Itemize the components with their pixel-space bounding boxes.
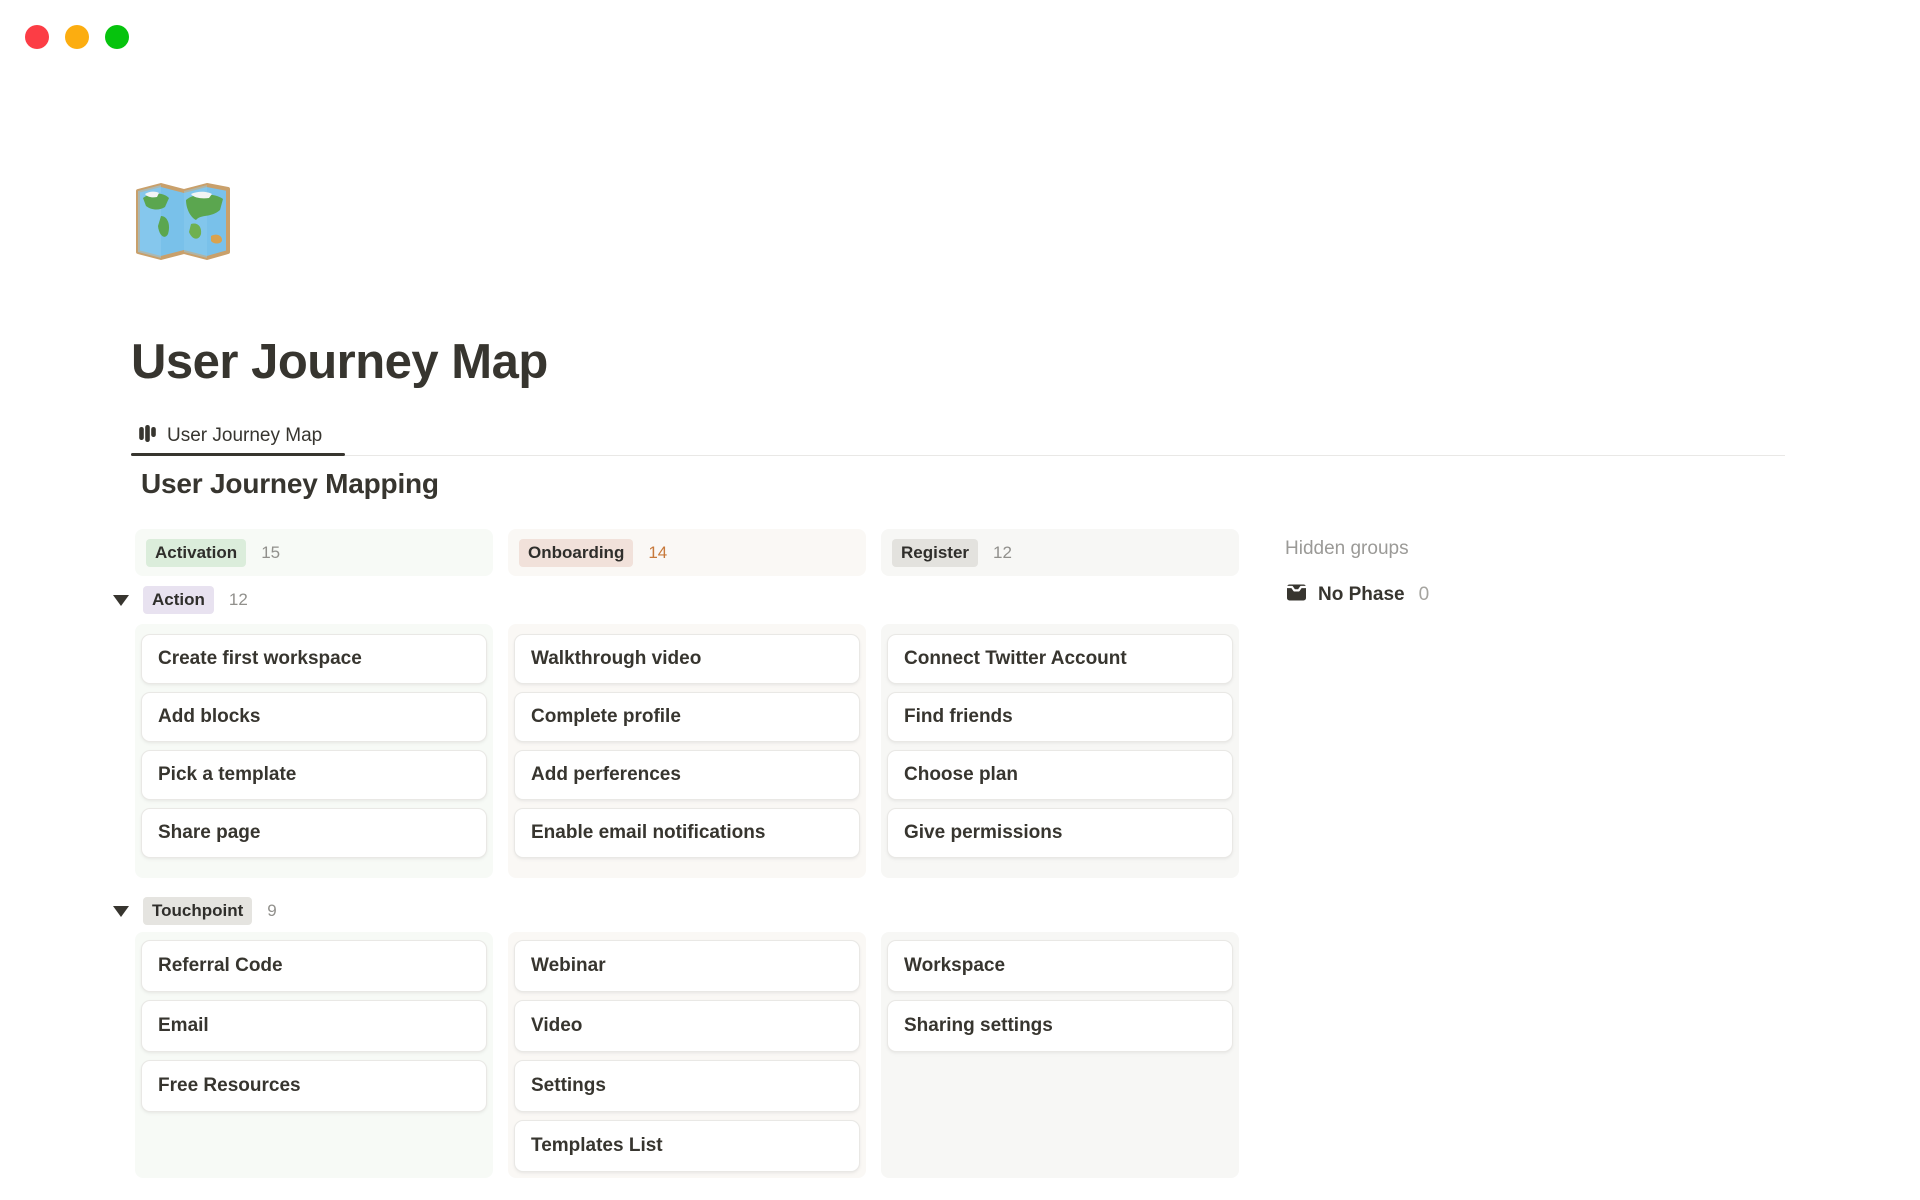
active-tab-underline bbox=[131, 453, 345, 456]
row-group-count: 9 bbox=[267, 901, 276, 921]
column-header-onboarding[interactable]: Onboarding 14 bbox=[508, 529, 866, 576]
column-count: 14 bbox=[648, 543, 667, 563]
window-controls bbox=[25, 25, 129, 49]
row-group-header-action: Action 12 bbox=[113, 586, 248, 614]
board-card[interactable]: Enable email notifications bbox=[514, 808, 860, 858]
card-title: Give permissions bbox=[904, 822, 1062, 844]
board-card[interactable]: Create first workspace bbox=[141, 634, 487, 684]
board-cell-touchpoint-register: Workspace Sharing settings bbox=[881, 932, 1239, 1178]
view-tabbar: User Journey Map bbox=[131, 419, 1785, 456]
tab-user-journey-map[interactable]: User Journey Map bbox=[131, 419, 322, 453]
row-group-header-touchpoint: Touchpoint 9 bbox=[113, 897, 277, 925]
card-title: Email bbox=[158, 1015, 209, 1037]
card-title: Find friends bbox=[904, 706, 1013, 728]
zoom-button[interactable] bbox=[105, 25, 129, 49]
row-group-badge-action[interactable]: Action bbox=[143, 586, 214, 614]
card-title: Webinar bbox=[531, 955, 606, 977]
card-title: Create first workspace bbox=[158, 648, 362, 670]
row-group-count: 12 bbox=[229, 590, 248, 610]
board-card[interactable]: Add perferences bbox=[514, 750, 860, 800]
board-card[interactable]: Find friends bbox=[887, 692, 1233, 742]
board-card[interactable]: Free Resources bbox=[141, 1060, 487, 1112]
card-title: Workspace bbox=[904, 955, 1005, 977]
board-cell-touchpoint-onboarding: Webinar Video Settings Templates List bbox=[508, 932, 866, 1178]
row-group-badge-touchpoint[interactable]: Touchpoint bbox=[143, 897, 252, 925]
board-cell-action-register: Connect Twitter Account Find friends Cho… bbox=[881, 624, 1239, 878]
board-card[interactable]: Email bbox=[141, 1000, 487, 1052]
card-title: Walkthrough video bbox=[531, 648, 701, 670]
board-card[interactable]: Templates List bbox=[514, 1120, 860, 1172]
board-view-icon bbox=[137, 423, 158, 449]
board-cell-touchpoint-activation: Referral Code Email Free Resources bbox=[135, 932, 493, 1178]
board-card[interactable]: Settings bbox=[514, 1060, 860, 1112]
card-title: Share page bbox=[158, 822, 260, 844]
board-card[interactable]: Video bbox=[514, 1000, 860, 1052]
column-count: 15 bbox=[261, 543, 280, 563]
hidden-group-label: No Phase bbox=[1318, 584, 1405, 606]
hidden-group-no-phase[interactable]: No Phase 0 bbox=[1285, 581, 1429, 609]
board-card[interactable]: Sharing settings bbox=[887, 1000, 1233, 1052]
card-title: Choose plan bbox=[904, 764, 1018, 786]
column-badge-onboarding: Onboarding bbox=[519, 539, 633, 567]
column-header-register[interactable]: Register 12 bbox=[881, 529, 1239, 576]
card-title: Pick a template bbox=[158, 764, 296, 786]
board-cell-action-onboarding: Walkthrough video Complete profile Add p… bbox=[508, 624, 866, 878]
column-badge-activation: Activation bbox=[146, 539, 246, 567]
tab-label: User Journey Map bbox=[167, 425, 322, 447]
card-title: Complete profile bbox=[531, 706, 681, 728]
collapse-toggle-icon[interactable] bbox=[113, 906, 129, 917]
column-badge-register: Register bbox=[892, 539, 978, 567]
board-card[interactable]: Workspace bbox=[887, 940, 1233, 992]
board-card[interactable]: Referral Code bbox=[141, 940, 487, 992]
hidden-groups-panel: Hidden groups No Phase 0 bbox=[1285, 538, 1429, 609]
inbox-tray-icon bbox=[1285, 581, 1308, 609]
board-cell-action-activation: Create first workspace Add blocks Pick a… bbox=[135, 624, 493, 878]
hidden-group-count: 0 bbox=[1419, 584, 1430, 606]
board-card[interactable]: Give permissions bbox=[887, 808, 1233, 858]
collapse-toggle-icon[interactable] bbox=[113, 595, 129, 606]
board-card[interactable]: Share page bbox=[141, 808, 487, 858]
page-icon world-map-icon[interactable] bbox=[131, 174, 235, 268]
column-count: 12 bbox=[993, 543, 1012, 563]
board-card[interactable]: Add blocks bbox=[141, 692, 487, 742]
minimize-button[interactable] bbox=[65, 25, 89, 49]
column-header-activation[interactable]: Activation 15 bbox=[135, 529, 493, 576]
card-title: Connect Twitter Account bbox=[904, 648, 1127, 670]
card-title: Add blocks bbox=[158, 706, 260, 728]
board-card[interactable]: Complete profile bbox=[514, 692, 860, 742]
hidden-groups-title[interactable]: Hidden groups bbox=[1285, 538, 1429, 560]
page-title[interactable]: User Journey Map bbox=[131, 333, 548, 391]
card-title: Templates List bbox=[531, 1135, 663, 1157]
card-title: Add perferences bbox=[531, 764, 681, 786]
card-title: Settings bbox=[531, 1075, 606, 1097]
board-card[interactable]: Webinar bbox=[514, 940, 860, 992]
card-title: Free Resources bbox=[158, 1075, 301, 1097]
card-title: Referral Code bbox=[158, 955, 283, 977]
board-card[interactable]: Connect Twitter Account bbox=[887, 634, 1233, 684]
board-card[interactable]: Choose plan bbox=[887, 750, 1233, 800]
card-title: Sharing settings bbox=[904, 1015, 1053, 1037]
board-card[interactable]: Pick a template bbox=[141, 750, 487, 800]
board-view: Activation 15 Onboarding 14 Register 12 … bbox=[135, 529, 1865, 1178]
close-button[interactable] bbox=[25, 25, 49, 49]
board-card[interactable]: Walkthrough video bbox=[514, 634, 860, 684]
card-title: Enable email notifications bbox=[531, 822, 765, 844]
card-title: Video bbox=[531, 1015, 582, 1037]
section-heading: User Journey Mapping bbox=[141, 468, 439, 500]
